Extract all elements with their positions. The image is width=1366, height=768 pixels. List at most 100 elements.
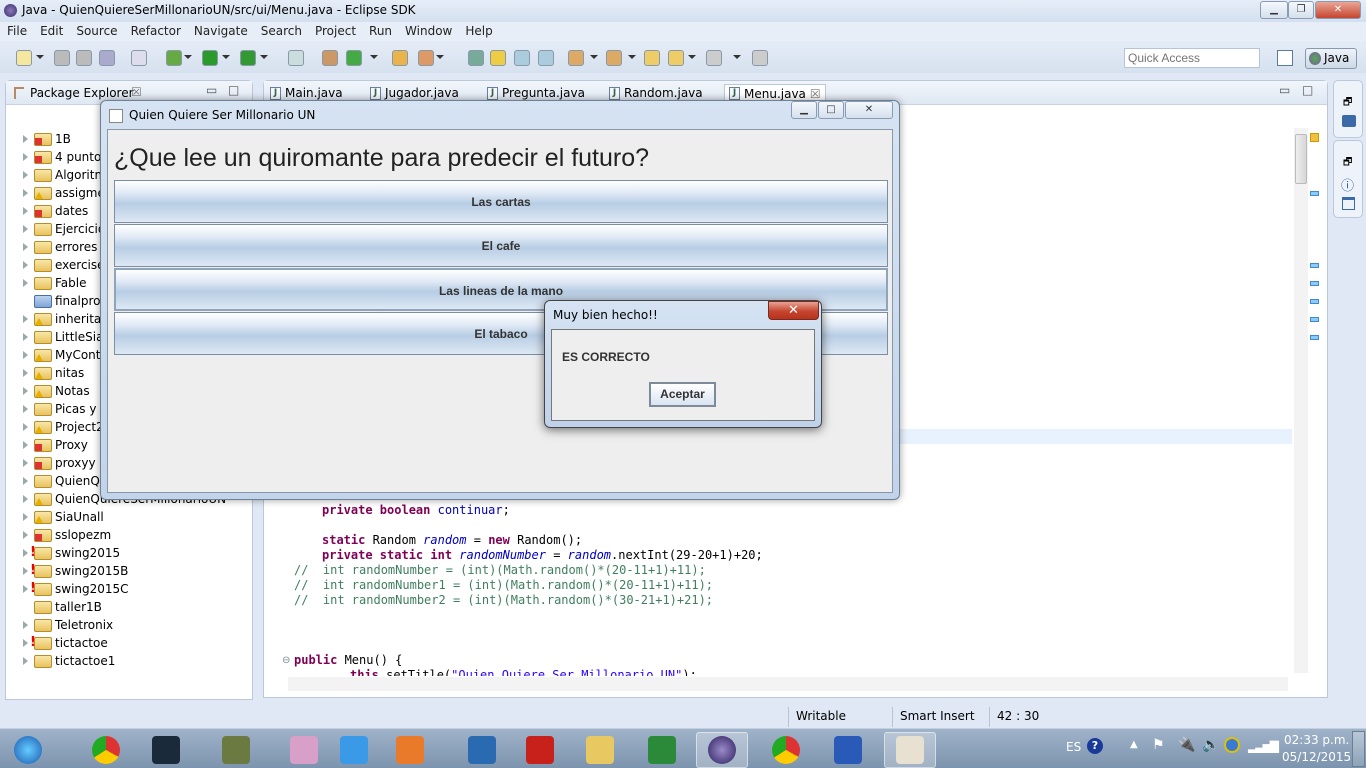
project-item[interactable]: Proxy <box>23 436 88 454</box>
dropdown-arrow-icon[interactable] <box>222 55 230 59</box>
expand-arrow-icon[interactable] <box>23 477 28 485</box>
project-item[interactable]: 4 punto <box>23 148 101 166</box>
taskbar-game-button[interactable] <box>278 732 330 768</box>
marker-icon[interactable] <box>1310 281 1319 286</box>
answer-button-2[interactable]: El cafe <box>114 224 888 267</box>
taskbar-league-of-legends-button[interactable] <box>140 732 192 768</box>
dropdown-arrow-icon[interactable] <box>184 55 192 59</box>
menu-search[interactable]: Search <box>254 22 308 42</box>
code-comment[interactable]: // int randomNumber2 = (int)(Math.random… <box>294 593 713 608</box>
project-item[interactable]: Picas y F <box>23 400 107 418</box>
menu-navigate[interactable]: Navigate <box>187 22 254 42</box>
project-item[interactable]: exercises <box>23 256 111 274</box>
expand-arrow-icon[interactable] <box>23 261 28 269</box>
taskbar-start-button[interactable] <box>0 732 56 768</box>
project-item[interactable]: finalproj <box>23 292 104 310</box>
expand-arrow-icon[interactable] <box>23 351 28 359</box>
close-button[interactable]: ✕ <box>1315 1 1361 19</box>
project-item[interactable]: LittleSia <box>23 328 103 346</box>
accept-button[interactable]: Aceptar <box>649 382 716 407</box>
expand-arrow-icon[interactable] <box>23 603 28 611</box>
back-icon[interactable] <box>668 50 684 66</box>
taskbar-internet-explorer-button[interactable] <box>328 732 380 768</box>
minimize-button[interactable]: ▁ <box>1260 1 1288 19</box>
new-icon[interactable] <box>16 50 32 66</box>
pin-icon[interactable] <box>752 50 768 66</box>
expand-arrow-icon[interactable] <box>23 459 28 467</box>
project-item[interactable]: Project2 <box>23 418 104 436</box>
code-comment[interactable]: // int randomNumber = (int)(Math.random(… <box>294 563 706 578</box>
expand-arrow-icon[interactable] <box>23 531 28 539</box>
volume-icon[interactable]: 🔈 <box>1202 737 1219 753</box>
restore-icon[interactable]: 🗗 <box>1343 155 1352 172</box>
menu-project[interactable]: Project <box>308 22 362 42</box>
new-class-icon[interactable] <box>346 50 362 66</box>
new-package-icon[interactable] <box>322 50 338 66</box>
project-item[interactable]: swing2015C <box>23 580 129 598</box>
dropdown-arrow-icon[interactable] <box>688 55 696 59</box>
project-item[interactable]: tictactoe1 <box>23 652 115 670</box>
maximize-button[interactable]: ❐ <box>1288 1 1314 19</box>
menu-run[interactable]: Run <box>362 22 398 42</box>
expand-arrow-icon[interactable] <box>23 171 28 179</box>
maximize-editor-icon[interactable]: □ <box>1302 83 1313 97</box>
project-item[interactable]: taller1B <box>23 598 102 616</box>
menu-refactor[interactable]: Refactor <box>124 22 187 42</box>
expand-arrow-icon[interactable] <box>23 549 28 557</box>
code-line[interactable]: private boolean continuar; <box>322 503 510 518</box>
expand-arrow-icon[interactable] <box>23 135 28 143</box>
dropdown-arrow-icon[interactable] <box>260 55 268 59</box>
project-item[interactable]: errores <box>23 238 97 256</box>
show-hidden-icons[interactable]: ▲ <box>1130 739 1138 750</box>
expand-arrow-icon[interactable] <box>23 189 28 197</box>
code-line[interactable]: this.setTitle("Quien Quiere Ser Millonar… <box>350 668 697 676</box>
expand-arrow-icon[interactable] <box>23 621 28 629</box>
expand-arrow-icon[interactable] <box>23 441 28 449</box>
next-annotation-icon[interactable] <box>568 50 584 66</box>
app-tray-icon[interactable] <box>1224 737 1240 753</box>
fold-icon[interactable]: ⊖ <box>282 655 290 666</box>
taskbar-eclipse-button[interactable] <box>696 732 748 768</box>
expand-arrow-icon[interactable] <box>23 207 28 215</box>
java-perspective-button[interactable]: Java <box>1305 48 1357 69</box>
language-indicator[interactable]: ES <box>1066 740 1081 754</box>
taskbar-acrobat-button[interactable] <box>514 732 566 768</box>
menu-edit[interactable]: Edit <box>33 22 69 42</box>
project-item[interactable]: inheritan <box>23 310 109 328</box>
action-center-flag-icon[interactable]: ⚑ <box>1152 737 1165 753</box>
toggle-block-icon[interactable] <box>514 50 530 66</box>
open-type-icon[interactable] <box>392 50 408 66</box>
project-item[interactable]: Fable <box>23 274 87 292</box>
menu-window[interactable]: Window <box>398 22 458 42</box>
help-icon[interactable]: ⓘ <box>1341 175 1354 194</box>
open-task-icon[interactable] <box>468 50 484 66</box>
show-desktop-button[interactable] <box>1352 731 1365 767</box>
print-icon[interactable] <box>99 50 115 66</box>
code-comment[interactable]: // int randomNumber1 = (int)(Math.random… <box>294 578 713 593</box>
marker-icon[interactable] <box>1310 317 1319 322</box>
quiz-close-button[interactable]: ✕ <box>845 101 893 119</box>
project-item[interactable]: SiaUnall <box>23 508 104 526</box>
horizontal-scrollbar[interactable] <box>288 677 1288 691</box>
quiz-minimize-button[interactable]: ▁ <box>791 101 817 119</box>
marker-icon[interactable] <box>1310 299 1319 304</box>
dialog-close-button[interactable]: ✕ <box>768 301 819 320</box>
project-item[interactable]: nitas <box>23 364 84 382</box>
project-item[interactable]: Notas <box>23 382 90 400</box>
code-line[interactable]: public Menu() { <box>294 653 402 668</box>
expand-arrow-icon[interactable] <box>23 495 28 503</box>
help-icon[interactable]: ? <box>1087 738 1103 754</box>
expand-arrow-icon[interactable] <box>23 423 28 431</box>
menu-source[interactable]: Source <box>69 22 123 42</box>
warning-overview-icon[interactable] <box>1310 133 1319 142</box>
skip-breakpoints-icon[interactable] <box>288 50 304 66</box>
project-item[interactable]: MyConta <box>23 346 108 364</box>
run-external-icon[interactable] <box>240 50 256 66</box>
expand-arrow-icon[interactable] <box>23 405 28 413</box>
project-item[interactable]: Ejercicio <box>23 220 105 238</box>
expand-arrow-icon[interactable] <box>23 279 28 287</box>
scrollbar-thumb[interactable] <box>1295 134 1307 184</box>
save-all-icon[interactable] <box>76 50 92 66</box>
power-icon[interactable]: 🔌 <box>1178 737 1195 753</box>
expand-arrow-icon[interactable] <box>23 153 28 161</box>
